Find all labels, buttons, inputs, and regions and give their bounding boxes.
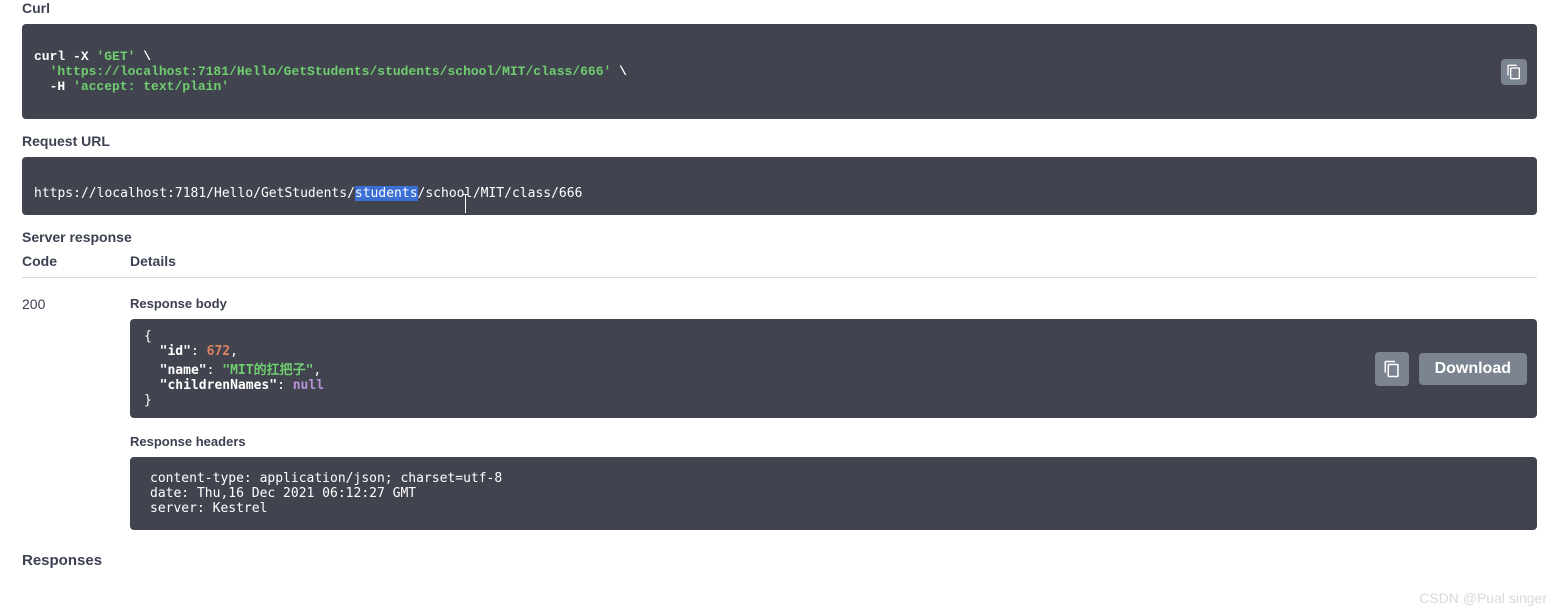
- response-table: Code Details 200 Response body { "id": 6…: [22, 253, 1537, 542]
- curl-label: Curl: [22, 0, 1537, 16]
- curl-accept: 'accept: text/plain': [73, 79, 229, 94]
- url-post1: /schoo: [418, 186, 465, 201]
- response-headers-label: Response headers: [130, 434, 1537, 449]
- request-url-block: https://localhost:7181/Hello/GetStudents…: [22, 157, 1537, 215]
- response-code: 200: [22, 296, 130, 542]
- response-body-block: { "id": 672, "name": "MIT的扛把子", "childre…: [130, 319, 1537, 418]
- server-response-label: Server response: [22, 229, 1537, 245]
- details-column-header: Details: [130, 253, 176, 269]
- json-children-key: "childrenNames": [160, 378, 277, 393]
- json-id-val: 672: [207, 344, 230, 359]
- responses-label: Responses: [22, 552, 1537, 569]
- curl-code-block: curl -X 'GET' \ 'https://localhost:7181/…: [22, 24, 1537, 119]
- copy-response-button[interactable]: [1375, 352, 1409, 386]
- clipboard-icon: [1506, 64, 1522, 80]
- url-highlight: students: [355, 186, 418, 201]
- watermark: CSDN @Pual singer: [1419, 590, 1547, 606]
- clipboard-icon: [1383, 360, 1401, 378]
- request-url-label: Request URL: [22, 133, 1537, 149]
- copy-curl-button[interactable]: [1501, 59, 1527, 85]
- curl-cmd: curl: [34, 49, 65, 64]
- curl-url: 'https://localhost:7181/Hello/GetStudent…: [50, 64, 612, 79]
- json-children-val: null: [293, 378, 324, 393]
- curl-method: 'GET': [96, 49, 135, 64]
- response-headers-block: content-type: application/json; charset=…: [130, 457, 1537, 530]
- json-id-key: "id": [160, 344, 191, 359]
- url-post2: /MIT/class/666: [473, 186, 583, 201]
- response-row: 200 Response body { "id": 672, "name": "…: [22, 278, 1537, 542]
- url-pre: https://localhost:7181/Hello/GetStudents…: [34, 186, 355, 201]
- curl-flag-h: -H: [50, 79, 66, 94]
- response-body-label: Response body: [130, 296, 1537, 311]
- curl-bs1: \: [135, 49, 151, 64]
- json-name-val: "MIT的扛把子": [222, 363, 313, 378]
- curl-bs2: \: [611, 64, 627, 79]
- code-column-header: Code: [22, 253, 130, 269]
- curl-flag-x: -X: [73, 49, 89, 64]
- download-button[interactable]: Download: [1419, 353, 1527, 385]
- json-name-key: "name": [160, 363, 207, 378]
- response-header-row: Code Details: [22, 253, 1537, 278]
